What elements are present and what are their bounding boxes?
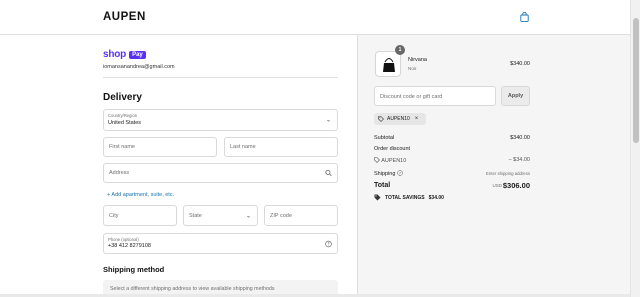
account-email: iomansanandrea@gmail.com xyxy=(103,64,175,70)
address-field[interactable]: Address xyxy=(103,163,338,183)
vertical-scrollbar[interactable] xyxy=(630,0,640,297)
shop-pay-logo[interactable]: shop Pay xyxy=(103,49,146,60)
quantity-badge: 1 xyxy=(395,45,405,55)
scrollbar-thumb[interactable] xyxy=(633,18,639,143)
currency-code: USD xyxy=(492,183,502,188)
tag-icon xyxy=(378,116,384,122)
delivery-heading: Delivery xyxy=(103,92,142,103)
shipping-label: Shipping xyxy=(374,171,396,177)
chevron-down-icon: ⌄ xyxy=(245,213,251,219)
product-thumbnail xyxy=(375,51,401,77)
discount-value: – $34.00 xyxy=(508,157,530,163)
phone-field[interactable]: Phone (optional) +38 412 8279108 ? xyxy=(103,233,338,254)
city-placeholder: City xyxy=(109,212,119,219)
product-name: Nirvana xyxy=(408,57,427,63)
subtotal-row: Subtotal $340.00 xyxy=(374,135,530,141)
shipping-method-heading: Shipping method xyxy=(103,265,165,274)
discount-code-label: AUPEN10 xyxy=(381,158,407,164)
checkout-page: AUPEN shop Pay iomansanandrea@gmail.com … xyxy=(0,0,640,297)
chevron-down-icon: ⌄ xyxy=(325,117,331,124)
store-logo[interactable]: AUPEN xyxy=(103,11,146,23)
applied-discount-tag: AUPEN10 × xyxy=(374,113,426,125)
state-select[interactable]: State ⌄ xyxy=(183,205,258,226)
svg-text:?: ? xyxy=(399,171,401,175)
product-variant: Noir xyxy=(408,66,417,71)
total-label: Total xyxy=(374,182,391,189)
total-row: Total USD $306.00 xyxy=(374,181,530,190)
phone-value: +38 412 8279108 xyxy=(108,243,151,249)
order-discount-row: Order discount xyxy=(374,146,530,152)
state-placeholder: State xyxy=(189,212,202,219)
savings-value: $34.00 xyxy=(428,194,444,201)
discount-code-input[interactable]: Discount code or gift card xyxy=(374,86,496,106)
subtotal-value: $340.00 xyxy=(510,135,530,141)
svg-text:?: ? xyxy=(327,241,329,246)
shipping-value: Enter shipping address xyxy=(486,171,530,176)
checkout-form: shop Pay iomansanandrea@gmail.com Delive… xyxy=(0,35,357,297)
handbag-icon xyxy=(383,58,395,72)
savings-label: TOTAL SAVINGS xyxy=(385,194,425,201)
tag-icon xyxy=(374,157,380,163)
help-circle-icon[interactable]: ? xyxy=(325,240,332,247)
country-select[interactable]: Country/Region United States ⌄ xyxy=(103,109,338,131)
add-apartment-link[interactable]: + Add apartment, suite, etc. xyxy=(107,192,174,198)
first-name-placeholder: First name xyxy=(109,144,135,150)
country-value: United States xyxy=(108,120,142,126)
last-name-placeholder: Last name xyxy=(230,144,256,150)
discount-placeholder: Discount code or gift card xyxy=(380,94,443,100)
subtotal-label: Subtotal xyxy=(374,135,395,141)
pay-badge: Pay xyxy=(129,50,146,59)
shipping-method-message: Select a different shipping address to v… xyxy=(110,286,275,292)
first-name-field[interactable]: First name xyxy=(103,137,217,157)
country-label: Country/Region xyxy=(108,113,138,118)
apply-button[interactable]: Apply xyxy=(501,86,530,106)
remove-discount-icon[interactable]: × xyxy=(415,116,419,122)
total-value: $306.00 xyxy=(502,181,530,190)
help-circle-icon[interactable]: ? xyxy=(397,170,403,176)
product-price: $340.00 xyxy=(510,61,530,67)
order-summary: 1 Nirvana Noir $340.00 Discount code or … xyxy=(357,35,630,297)
zip-field[interactable]: ZIP code xyxy=(264,205,338,226)
divider xyxy=(103,77,338,78)
address-placeholder: Address xyxy=(109,170,130,176)
city-field[interactable]: City xyxy=(103,205,177,226)
shop-wordmark: shop xyxy=(103,49,127,60)
order-discount-label: Order discount xyxy=(374,146,411,152)
header: AUPEN xyxy=(0,0,630,35)
search-icon xyxy=(325,169,332,177)
applied-code: AUPEN10 xyxy=(387,116,410,122)
total-savings: TOTAL SAVINGS $34.00 xyxy=(374,194,444,201)
shopping-bag-icon[interactable] xyxy=(520,12,529,22)
last-name-field[interactable]: Last name xyxy=(224,137,338,157)
savings-tag-icon xyxy=(374,194,381,201)
zip-placeholder: ZIP code xyxy=(270,212,292,219)
shipping-row: Shipping ? Enter shipping address xyxy=(374,170,530,177)
discount-code-row: AUPEN10 – $34.00 xyxy=(374,157,530,164)
phone-label: Phone (optional) xyxy=(108,237,139,242)
